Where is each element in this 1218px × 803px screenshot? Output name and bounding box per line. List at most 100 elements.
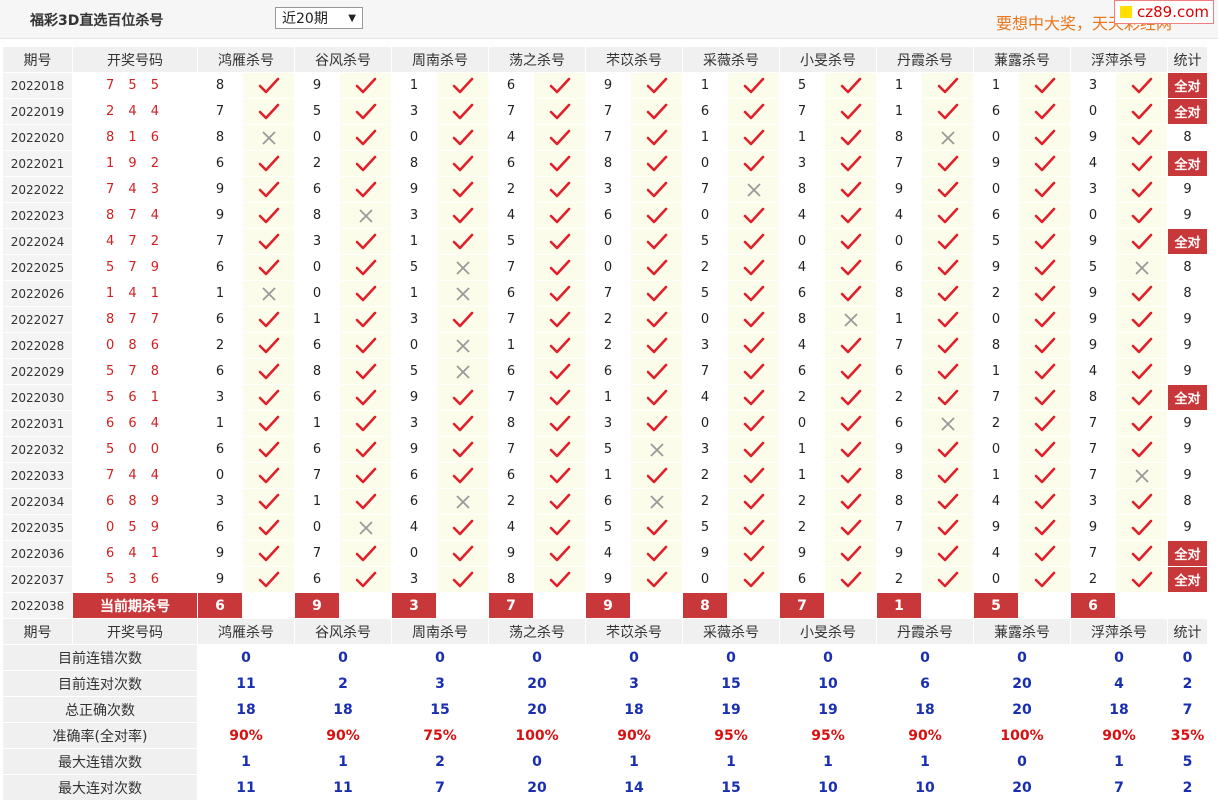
kill-number-cell: 5 (391, 254, 437, 281)
summary-value: 4 (1070, 670, 1168, 697)
col-header-expert: 采薇杀号 (682, 46, 780, 73)
table-row: 2022037 5 3 6 9 6 3 8 9 0 6 2 0 2 全对 (2, 566, 1208, 593)
period-cell: 2022019 (2, 98, 73, 125)
summary-value: 0 (294, 644, 392, 671)
check-icon (824, 462, 877, 489)
check-icon (1115, 176, 1168, 203)
kill-number-cell: 6 (197, 358, 243, 385)
summary-value: 90% (1070, 722, 1168, 749)
check-icon (339, 98, 392, 125)
summary-value: 0 (973, 644, 1071, 671)
period-cell: 2022024 (2, 228, 73, 255)
check-icon (1018, 384, 1071, 411)
kill-number-cell: 7 (488, 254, 534, 281)
draw-number-cell: 8 7 7 (72, 306, 198, 333)
check-icon (436, 72, 489, 99)
empty-mark-cell (242, 592, 295, 619)
kill-number-cell: 0 (779, 228, 825, 255)
empty-mark-cell (1115, 592, 1168, 619)
draw-number-cell: 0 8 6 (72, 332, 198, 359)
check-icon (533, 202, 586, 229)
period-range-select[interactable]: 近20期 ▼ (275, 7, 363, 29)
kill-number-cell: 1 (391, 228, 437, 255)
kill-number-cell: 6 (294, 332, 340, 359)
kill-number-cell: 7 (973, 384, 1019, 411)
period-cell: 2022034 (2, 488, 73, 515)
check-icon (533, 98, 586, 125)
check-icon (727, 254, 780, 281)
summary-value: 0 (197, 644, 295, 671)
table-header-row: 期号 开奖号码 鸿雁杀号 谷风杀号 周南杀号 荡之杀号 芣苡杀号 采薇杀号 小旻杀号 丹霞杀号 蒹露… (2, 618, 1208, 645)
kill-number-cell: 6 (585, 358, 631, 385)
check-icon (1018, 332, 1071, 359)
check-icon (824, 176, 877, 203)
check-icon (727, 150, 780, 177)
kill-number-cell: 6 (488, 358, 534, 385)
col-header-expert: 小旻杀号 (779, 618, 877, 645)
check-icon (436, 566, 489, 593)
summary-row: 最大连错次数 1 1 2 0 1 1 1 1 0 1 5 (2, 748, 1208, 775)
check-icon (1018, 566, 1071, 593)
check-icon (1115, 98, 1168, 125)
check-icon (630, 410, 683, 437)
kill-number-cell: 0 (197, 462, 243, 489)
kill-number-cell: 1 (294, 488, 340, 515)
table-row: 2022018 7 5 5 8 9 1 6 9 1 5 1 1 3 全对 (2, 72, 1208, 99)
check-icon (242, 176, 295, 203)
table-row: 2022023 8 7 498346044609 (2, 202, 1208, 229)
kill-number-cell: 8 (779, 176, 825, 203)
kill-number-cell: 2 (585, 332, 631, 359)
col-header-expert: 鸿雁杀号 (197, 618, 295, 645)
kill-number-cell: 7 (488, 436, 534, 463)
check-icon (242, 358, 295, 385)
check-icon (824, 332, 877, 359)
site-badge[interactable]: cz89.com (1114, 0, 1214, 24)
cross-icon (436, 254, 489, 281)
kill-number-cell: 7 (294, 462, 340, 489)
stat-cell: 9 (1167, 176, 1208, 203)
summary-value: 95% (779, 722, 877, 749)
table-row: 2022036 6 4 1 9 7 0 9 4 9 9 9 4 7 全对 (2, 540, 1208, 567)
current-kill-number: 6 (197, 592, 243, 619)
check-icon (824, 124, 877, 151)
kill-number-cell: 2 (973, 280, 1019, 307)
check-icon (727, 514, 780, 541)
period-cell: 2022029 (2, 358, 73, 385)
check-icon (1018, 228, 1071, 255)
check-icon (1018, 124, 1071, 151)
stat-cell: 全对 (1167, 384, 1208, 411)
kill-number-cell: 7 (876, 150, 922, 177)
kill-number-cell: 4 (779, 202, 825, 229)
check-icon (436, 228, 489, 255)
check-icon (1115, 280, 1168, 307)
kill-number-cell: 2 (779, 384, 825, 411)
stat-cell: 8 (1167, 254, 1208, 281)
check-icon (1018, 98, 1071, 125)
check-icon (727, 488, 780, 515)
check-icon (630, 540, 683, 567)
col-header-period: 期号 (2, 618, 73, 645)
kill-number-cell: 8 (876, 280, 922, 307)
draw-number-cell: 7 4 4 (72, 462, 198, 489)
check-icon (921, 202, 974, 229)
stat-cell: 9 (1167, 358, 1208, 385)
check-icon (921, 332, 974, 359)
kill-number-cell: 7 (488, 384, 534, 411)
draw-number-cell: 7 5 5 (72, 72, 198, 99)
kill-number-cell: 3 (585, 176, 631, 203)
kill-number-cell: 2 (294, 150, 340, 177)
table-row: 2022031 6 6 411383006279 (2, 410, 1208, 437)
check-icon (242, 98, 295, 125)
kill-number-cell: 1 (197, 280, 243, 307)
col-header-draw: 开奖号码 (72, 618, 198, 645)
kill-number-cell: 2 (585, 306, 631, 333)
check-icon (533, 514, 586, 541)
kill-number-cell: 9 (585, 566, 631, 593)
summary-value: 1 (876, 748, 974, 775)
period-cell: 2022035 (2, 514, 73, 541)
check-icon (1115, 566, 1168, 593)
check-icon (630, 280, 683, 307)
period-cell: 2022021 (2, 150, 73, 177)
kill-number-cell: 5 (779, 72, 825, 99)
check-icon (339, 72, 392, 99)
